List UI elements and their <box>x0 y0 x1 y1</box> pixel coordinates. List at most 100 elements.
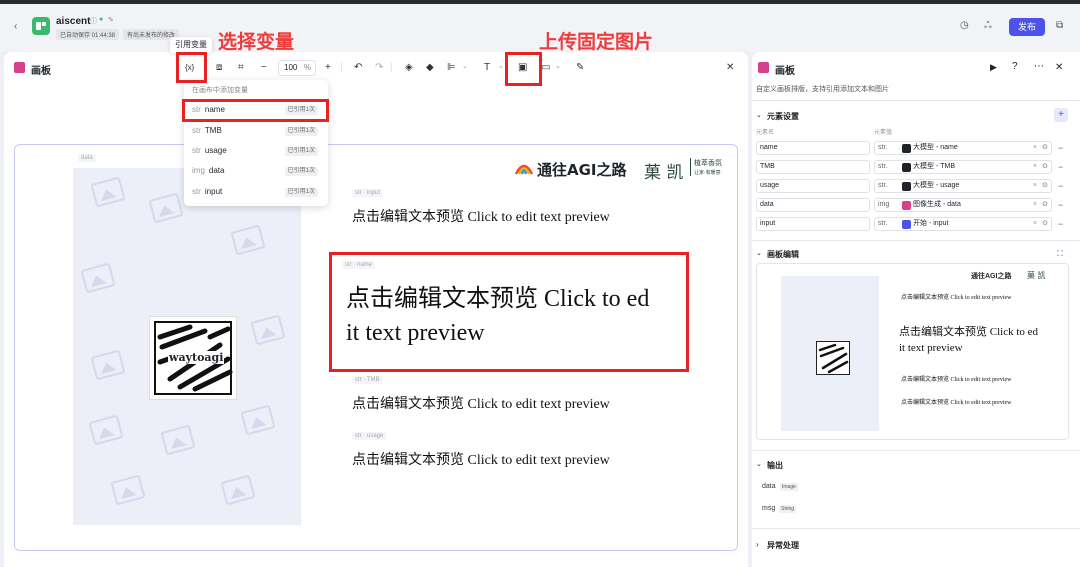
app-info-icon[interactable]: ⓘ <box>90 16 97 26</box>
collapse-chevron-icon[interactable]: ⌄ <box>756 111 762 119</box>
element-value-select[interactable]: str. 大模型 - TMB × ⊙ <box>874 160 1052 174</box>
element-value-select[interactable]: img 图像生成 - data × ⊙ <box>874 198 1052 212</box>
layer-front-icon[interactable]: ◈ <box>405 62 413 73</box>
brand-name: 菓 凯 <box>644 163 684 183</box>
shape-dropdown-icon[interactable]: ⌄ <box>555 62 561 70</box>
variable-option-tmb[interactable]: str TMB 已引用1次 <box>188 122 324 140</box>
value-text: 图像生成 - data <box>913 201 961 208</box>
text-dropdown-icon[interactable]: ⌄ <box>498 62 504 70</box>
variable-used-badge: 已引用1次 <box>284 167 318 176</box>
remove-element-icon[interactable]: − <box>1058 200 1063 210</box>
element-value-select[interactable]: str. 大模型 - name × ⊙ <box>874 141 1052 155</box>
autosave-status: 已自动保存 01:44:38 <box>56 29 120 40</box>
settings-icon[interactable]: ⊙ <box>1042 180 1048 192</box>
highlight-variable-button <box>176 52 207 83</box>
text-element-tmb[interactable]: 点击编辑文本预览 Click to edit text preview <box>352 393 610 413</box>
zoom-in-icon[interactable]: + <box>325 62 331 73</box>
close-canvas-icon[interactable]: ✕ <box>726 62 734 73</box>
text-element-tag-input: str · input <box>352 189 384 197</box>
column-header-name: 元素名 <box>756 130 775 136</box>
remove-element-icon[interactable]: − <box>1058 181 1063 191</box>
fit-screen-icon[interactable]: ⌗ <box>238 62 244 73</box>
remove-element-icon[interactable]: − <box>1058 219 1063 229</box>
run-icon[interactable]: ▶ <box>990 62 997 73</box>
remove-element-icon[interactable]: − <box>1058 143 1063 153</box>
highlight-name-element <box>329 252 689 372</box>
settings-icon[interactable]: ⊙ <box>1042 218 1048 230</box>
align-dropdown-icon[interactable]: ⌄ <box>462 62 468 70</box>
rainbow-icon <box>514 158 534 176</box>
output-type-badge: Image <box>780 483 798 491</box>
help-icon[interactable]: ? <box>1012 61 1018 72</box>
element-name-field[interactable]: usage <box>756 179 870 193</box>
settings-icon[interactable]: ⊙ <box>1042 199 1048 211</box>
variable-option-input[interactable]: str input 已引用1次 <box>188 183 324 201</box>
zoom-value: 100 <box>284 63 298 72</box>
collaborators-icon[interactable]: ஃ <box>984 20 992 32</box>
variable-used-badge: 已引用1次 <box>284 147 318 156</box>
element-name-field[interactable]: TMB <box>756 160 870 174</box>
copy-icon[interactable]: ⧉ <box>1056 20 1063 31</box>
layers-icon[interactable]: ◆ <box>426 62 434 73</box>
variable-option-data[interactable]: img data 已引用1次 <box>188 162 324 180</box>
variable-used-badge: 已引用1次 <box>284 188 318 197</box>
image-placeholder-icon <box>90 349 126 381</box>
preview-text-name-line1: 点击编辑文本预览 Click to ed <box>899 326 1039 338</box>
expand-chevron-icon[interactable]: › <box>756 540 759 549</box>
fixed-logo-image[interactable]: waytoagi <box>149 316 237 400</box>
text-element-usage[interactable]: 点击编辑文本预览 Click to edit text preview <box>352 449 610 469</box>
element-name-field[interactable]: input <box>756 217 870 231</box>
exception-handling-title: 异常处理 <box>767 541 799 550</box>
zoom-out-icon[interactable]: − <box>261 62 267 73</box>
element-value-select[interactable]: str. 大模型 - usage × ⊙ <box>874 179 1052 193</box>
history-icon[interactable]: ◷ <box>960 20 969 31</box>
clear-icon[interactable]: × <box>1033 180 1037 192</box>
annotation-upload-image: 上传固定图片 <box>539 31 654 53</box>
divider <box>752 450 1080 451</box>
back-icon[interactable]: ‹ <box>14 21 17 32</box>
column-header-value: 元素值 <box>874 130 893 136</box>
variable-type: str <box>192 146 201 155</box>
close-panel-icon[interactable]: ✕ <box>1055 62 1063 73</box>
model-icon <box>902 144 911 153</box>
element-name-field[interactable]: name <box>756 141 870 155</box>
value-type: str. <box>878 220 888 227</box>
undo-icon[interactable]: ↶ <box>354 62 362 73</box>
align-icon[interactable]: ⊫ <box>447 62 456 73</box>
clear-icon[interactable]: × <box>1033 161 1037 173</box>
collapse-chevron-icon[interactable]: ⌄ <box>756 249 762 257</box>
variable-name: data <box>208 166 225 175</box>
element-name-field[interactable]: data <box>756 198 870 212</box>
clear-icon[interactable]: × <box>1033 218 1037 230</box>
toolbar-divider: | <box>340 62 343 73</box>
preview-text-input: 点击编辑文本预览 Click to edit text preview <box>901 295 1012 301</box>
redo-icon[interactable]: ↷ <box>375 62 383 73</box>
zoom-input[interactable]: 100% <box>278 60 316 76</box>
start-node-icon <box>902 220 911 229</box>
remove-element-icon[interactable]: − <box>1058 162 1063 172</box>
shape-tool-icon[interactable]: ▭ <box>541 62 550 73</box>
properties-panel-subtitle: 自定义画板排版，支持引用添加文本和图片 <box>756 86 889 93</box>
insert-text-frame-icon[interactable]: ⧈ <box>216 62 222 73</box>
divider <box>752 100 1080 101</box>
divider <box>752 240 1080 241</box>
image-placeholder-icon <box>160 424 196 456</box>
add-element-icon[interactable]: + <box>1054 108 1068 122</box>
clear-icon[interactable]: × <box>1033 142 1037 154</box>
text-element-input[interactable]: 点击编辑文本预览 Click to edit text preview <box>352 206 610 226</box>
collapse-chevron-icon[interactable]: ⌄ <box>756 460 762 468</box>
publish-button[interactable]: 发布 <box>1009 18 1045 36</box>
variable-option-usage[interactable]: str usage 已引用1次 <box>188 142 324 160</box>
settings-icon[interactable]: ⊙ <box>1042 142 1048 154</box>
pen-tool-icon[interactable]: ✎ <box>576 62 584 73</box>
more-icon[interactable]: ⋯ <box>1034 61 1044 72</box>
edit-app-icon[interactable]: ✎ <box>108 16 114 24</box>
variable-type: str <box>192 187 201 196</box>
text-tool-icon[interactable]: T <box>484 62 490 73</box>
preview-text-tmb: 点击编辑文本预览 Click to edit text preview <box>901 377 1012 383</box>
settings-icon[interactable]: ⊙ <box>1042 161 1048 173</box>
element-value-select[interactable]: str. 开始 - input × ⊙ <box>874 217 1052 231</box>
output-type-badge: String <box>779 505 797 513</box>
expand-icon[interactable]: ⛶ <box>1057 249 1063 259</box>
clear-icon[interactable]: × <box>1033 199 1037 211</box>
